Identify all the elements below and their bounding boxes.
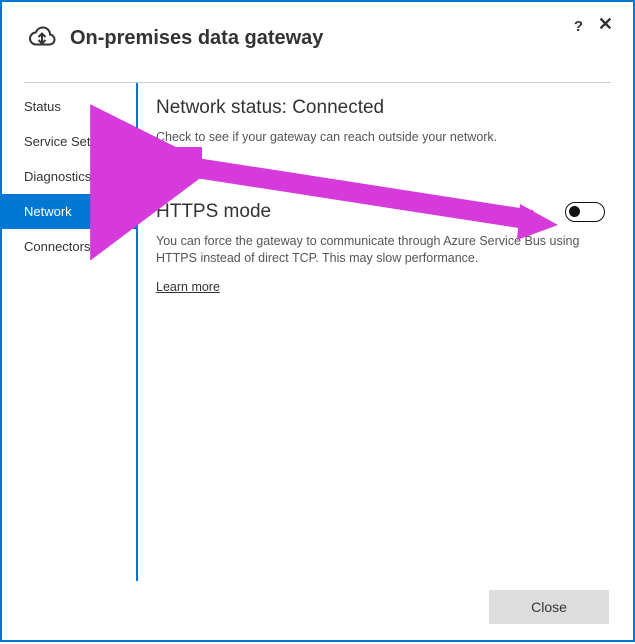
learn-more-link[interactable]: Learn more <box>156 280 220 294</box>
toggle-knob <box>569 206 580 217</box>
sidebar-item-status[interactable]: Status <box>2 89 136 124</box>
check-now-link[interactable]: Check now <box>156 159 218 173</box>
sidebar-item-service-settings[interactable]: Service Settings <box>2 124 136 159</box>
close-button[interactable]: Close <box>489 590 609 624</box>
window-title: On-premises data gateway <box>70 27 323 50</box>
sidebar-item-diagnostics[interactable]: Diagnostics <box>2 159 136 194</box>
https-mode-heading: HTTPS mode <box>156 201 271 223</box>
sidebar-item-network[interactable]: Network <box>2 194 136 229</box>
window-close-icon[interactable]: ✕ <box>598 14 613 35</box>
sidebar-item-label: Diagnostics <box>24 169 91 184</box>
sidebar-item-label: Network <box>24 204 72 219</box>
https-mode-description: You can force the gateway to communicate… <box>156 233 605 268</box>
sidebar-item-label: Status <box>24 99 61 114</box>
window-header: On-premises data gateway ? ✕ <box>2 2 633 64</box>
network-status-description: Check to see if your gateway can reach o… <box>156 129 605 147</box>
cloud-gateway-icon <box>26 22 58 54</box>
sidebar-item-label: Connectors <box>24 239 90 254</box>
content-panel: Network status: Connected Check to see i… <box>138 83 633 581</box>
help-icon[interactable]: ? <box>574 18 583 35</box>
https-mode-toggle[interactable] <box>565 202 605 222</box>
https-mode-section: HTTPS mode You can force the gateway to … <box>156 201 605 296</box>
network-status-heading: Network status: Connected <box>156 97 605 119</box>
sidebar-item-connectors[interactable]: Connectors <box>2 229 136 264</box>
main-area: Status Service Settings Diagnostics Netw… <box>2 83 633 581</box>
footer: Close <box>489 590 609 624</box>
sidebar-item-label: Service Settings <box>24 134 118 149</box>
sidebar: Status Service Settings Diagnostics Netw… <box>2 83 138 581</box>
